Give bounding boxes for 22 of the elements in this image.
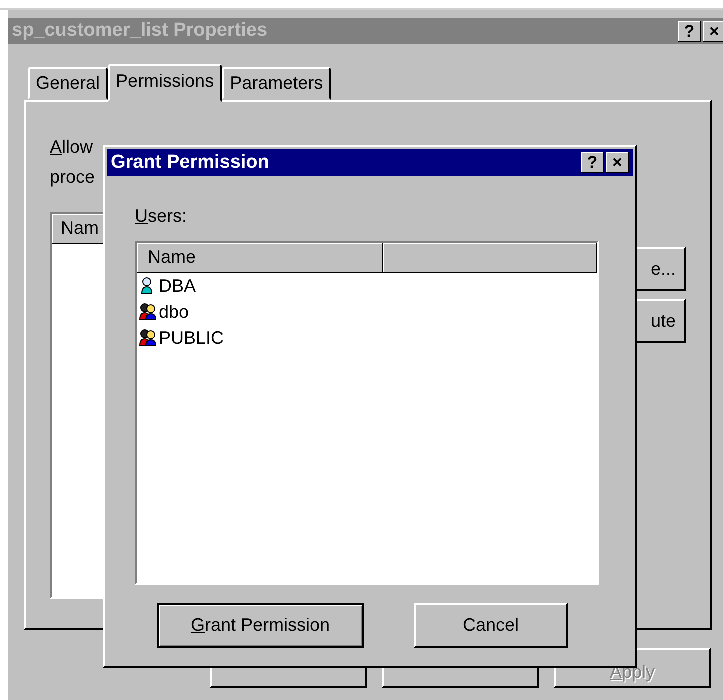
help-button[interactable]: ? <box>678 20 701 42</box>
tab[interactable]: Permissions <box>108 64 222 102</box>
description-text: proce <box>50 166 96 189</box>
dialog-button[interactable]: Cancel <box>414 603 568 648</box>
users-label: Users: <box>135 206 188 227</box>
column-header[interactable] <box>383 243 597 273</box>
dialog-title: Grant Permission <box>111 152 270 174</box>
user-name[interactable]: PUBLIC <box>159 328 224 348</box>
close-button[interactable]: × <box>606 152 629 173</box>
user-group-icon <box>139 303 157 321</box>
dialog-button[interactable]: Grant Permission <box>157 603 364 648</box>
tab[interactable]: General <box>28 67 108 100</box>
column-header[interactable]: Name <box>137 243 383 273</box>
user-group-icon <box>139 329 157 347</box>
tab[interactable]: Parameters <box>222 67 332 100</box>
user-name[interactable]: DBA <box>159 276 196 296</box>
help-button[interactable]: ? <box>581 152 604 173</box>
users-list[interactable]: Name DBA dbo PUBLIC <box>135 241 599 585</box>
description-text: Allow <box>50 136 94 159</box>
close-button[interactable]: × <box>703 20 723 42</box>
window-title: sp_customer_list Properties <box>12 20 268 42</box>
user-name[interactable]: dbo <box>159 302 190 322</box>
